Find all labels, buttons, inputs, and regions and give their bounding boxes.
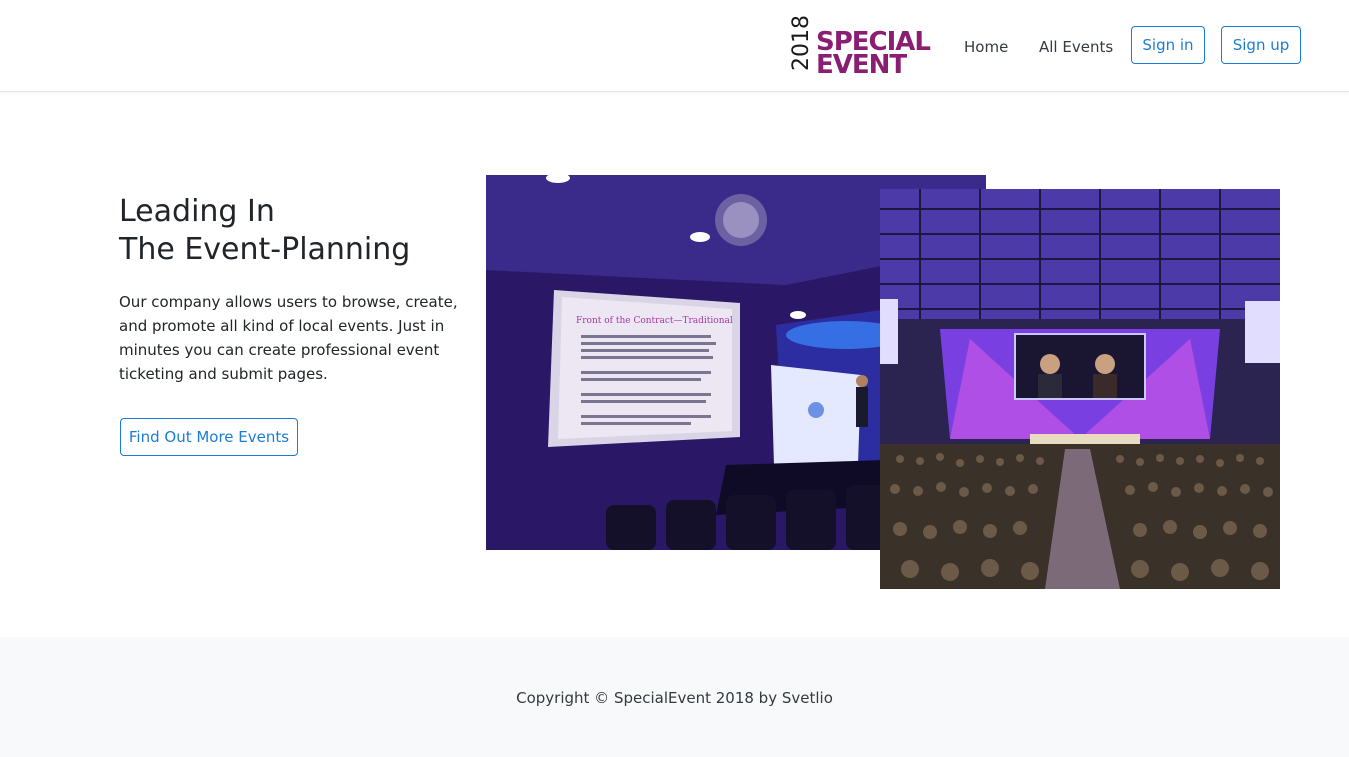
nav-all-events-link[interactable]: All Events <box>1039 38 1113 56</box>
logo-word-event: EVENT <box>816 50 907 80</box>
hero-title-line1: Leading In <box>119 194 275 229</box>
hero-title-line2: The Event-Planning <box>119 232 411 267</box>
sign-in-button[interactable]: Sign in <box>1131 26 1205 64</box>
auditorium-illustration <box>880 189 1280 589</box>
brand-logo[interactable]: 2018 SPECIAL EVENT <box>789 15 949 80</box>
auditorium-photo <box>880 189 1280 589</box>
navbar: 2018 SPECIAL EVENT Home All Events Sign … <box>0 0 1349 92</box>
footer: Copyright © SpecialEvent 2018 by Svetlio <box>0 637 1349 757</box>
hero-title: Leading In The Event-Planning <box>119 193 479 269</box>
footer-copyright: Copyright © SpecialEvent 2018 by Svetlio <box>516 689 833 707</box>
sign-up-button[interactable]: Sign up <box>1221 26 1301 64</box>
logo-year: 2018 <box>789 15 814 71</box>
hero-description: Our company allows users to browse, crea… <box>119 293 458 383</box>
find-more-events-button[interactable]: Find Out More Events <box>120 418 298 456</box>
nav-home-link[interactable]: Home <box>964 38 1008 56</box>
slide-title: Front of the Contract—Traditional <box>576 316 733 326</box>
